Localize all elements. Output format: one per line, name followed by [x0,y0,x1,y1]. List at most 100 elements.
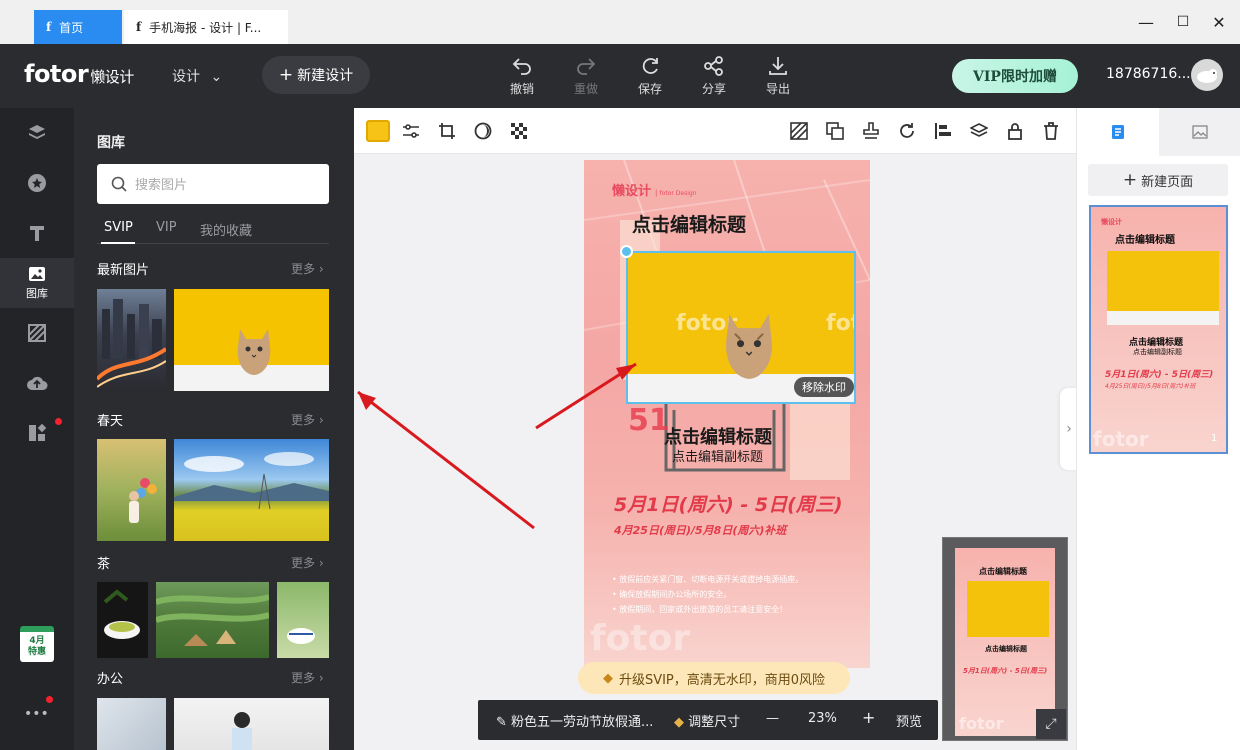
resize-label: 调整尺寸 [688,715,741,730]
rotate-icon [900,123,914,138]
rail-apps[interactable] [0,408,74,458]
minimize-button[interactable]: — [1136,12,1156,32]
undo-button[interactable]: 撤销 [502,54,542,97]
image-thumbnail-tea-field[interactable] [156,582,269,658]
resize-button[interactable]: ◆ 调整尺寸 [674,711,740,730]
search-box[interactable] [97,164,329,204]
tab-pages[interactable] [1077,108,1159,156]
tab-home[interactable]: f 首页 [34,10,122,44]
rail-background[interactable] [0,308,74,358]
zoom-level[interactable]: 23% [808,711,837,726]
canvas-toolbar [354,108,1076,154]
texture-icon [790,122,808,140]
diamond-icon: ◆ [674,715,684,730]
rail-layers[interactable] [0,108,74,158]
rapeseed-field-image [174,452,329,510]
more-link[interactable]: 更多 › [291,411,324,428]
rail-text[interactable] [0,208,74,258]
tab-images[interactable] [1159,108,1240,156]
more-link[interactable]: 更多 › [291,554,324,571]
align-button[interactable] [932,120,954,142]
chevron-right-icon: › [1066,421,1072,437]
tab-svip[interactable]: SVIP [104,220,133,235]
transparency-button[interactable] [508,120,530,142]
image-thumbnail-city[interactable] [97,289,166,391]
left-rail: 图库 4月 特惠 ••• [0,108,74,750]
image-icon [1192,125,1208,139]
more-icon[interactable]: ••• [24,706,49,722]
tab-vip[interactable]: VIP [156,220,177,235]
rail-elements[interactable] [0,158,74,208]
crop-icon [439,123,455,139]
zoom-out-button[interactable]: — [766,711,779,726]
rail-image-library[interactable]: 图库 [0,258,74,308]
fotor-logo[interactable]: fotor 懒设计 [24,60,134,88]
image-thumbnail-rapeseed-field[interactable] [174,439,329,541]
rename-doc-button[interactable]: ✎ 粉色五一劳动节放假通... [496,711,653,730]
fotor-favicon-icon: f [136,20,142,34]
image-thumbnail-teapot[interactable] [277,582,329,658]
plus-icon: + [1122,170,1138,190]
section-title: 最新图片 [97,263,150,278]
rail-upload[interactable] [0,358,74,408]
share-button[interactable]: 分享 [694,54,734,97]
save-button[interactable]: 保存 [630,54,670,97]
export-icon [769,57,787,75]
design-menu[interactable]: 设计 ⌄ [172,66,222,86]
panel-title: 图库 [97,135,125,151]
page-thumbnail[interactable]: 懒设计 点击编辑标题 点击编辑标题 点击编辑副标题 5月1日(周六) - 5日(… [1089,205,1228,454]
promo-calendar-icon[interactable]: 4月 特惠 [20,626,54,662]
share-icon [704,56,723,76]
image-thumbnail-office-desk[interactable] [97,698,166,750]
preview-button[interactable]: 预览 [896,711,922,730]
crop-button[interactable] [436,120,458,142]
new-page-button[interactable]: + 新建页面 [1088,164,1228,196]
redo-button[interactable]: 重做 [566,54,606,97]
avatar[interactable] [1191,59,1223,91]
username[interactable]: 18786716... [1106,66,1191,82]
window-titlebar: f 首页 f 手机海报 - 设计 | F... — ☐ ✕ [0,0,1240,44]
apps-icon [29,423,47,441]
more-link[interactable]: 更多 › [291,260,324,277]
teapot-image [287,628,315,644]
export-button[interactable]: 导出 [758,54,798,97]
close-button[interactable]: ✕ [1209,12,1229,32]
image-thumbnail-girl-balloons[interactable] [97,439,166,541]
search-input[interactable] [135,176,315,192]
lock-button[interactable] [1004,120,1026,142]
mask-button[interactable] [472,120,494,142]
new-design-button[interactable]: + 新建设计 [262,56,370,94]
tea-field-image [156,594,269,646]
tab-poster[interactable]: f 手机海报 - 设计 | F... [124,10,288,44]
color-swatch[interactable] [366,120,390,142]
fotor-favicon-icon: f [46,20,52,34]
image-thumbnail-office-people[interactable] [174,698,329,750]
office-people-image [232,712,252,750]
layer-order-button[interactable] [968,120,990,142]
zoom-in-button[interactable]: + [862,708,875,727]
expand-icon: ⤢ [1045,716,1057,732]
rotate-button[interactable] [896,120,918,142]
more-link[interactable]: 更多 › [291,669,324,686]
tab-home-label: 首页 [59,20,84,35]
maximize-button[interactable]: ☐ [1173,12,1193,32]
city-image [97,299,166,388]
notification-dot [46,696,53,703]
image-thumbnail-tea-cup[interactable] [97,582,148,658]
adjust-button[interactable] [400,120,422,142]
duplicate-button[interactable] [824,120,846,142]
right-panel: + 新建页面 懒设计 点击编辑标题 点击编辑标题 点击编辑副标题 5月1日(周六… [1076,108,1240,750]
redo-icon [577,58,596,75]
delete-button[interactable] [1040,120,1062,142]
upgrade-text: 升级SVIP，高清无水印，商用0风险 [618,672,826,688]
image-thumbnail-kitten[interactable] [174,289,329,391]
top-toolbar: fotor 懒设计 设计 ⌄ + 新建设计 撤销 重做 保存 分享 导出 VIP限… [0,44,1240,108]
upgrade-svip-banner[interactable]: ◆ 升级SVIP，高清无水印，商用0风险 [578,662,850,694]
tab-favorites[interactable]: 我的收藏 [200,220,252,239]
minimap-toggle-button[interactable]: ⤢ [1036,709,1066,739]
section-title: 办公 [97,672,124,687]
vip-promo-button[interactable]: VIP限时加赠 [952,59,1078,93]
design-menu-label: 设计 [172,69,200,85]
format-painter-button[interactable] [860,120,882,142]
background-button[interactable] [788,120,810,142]
